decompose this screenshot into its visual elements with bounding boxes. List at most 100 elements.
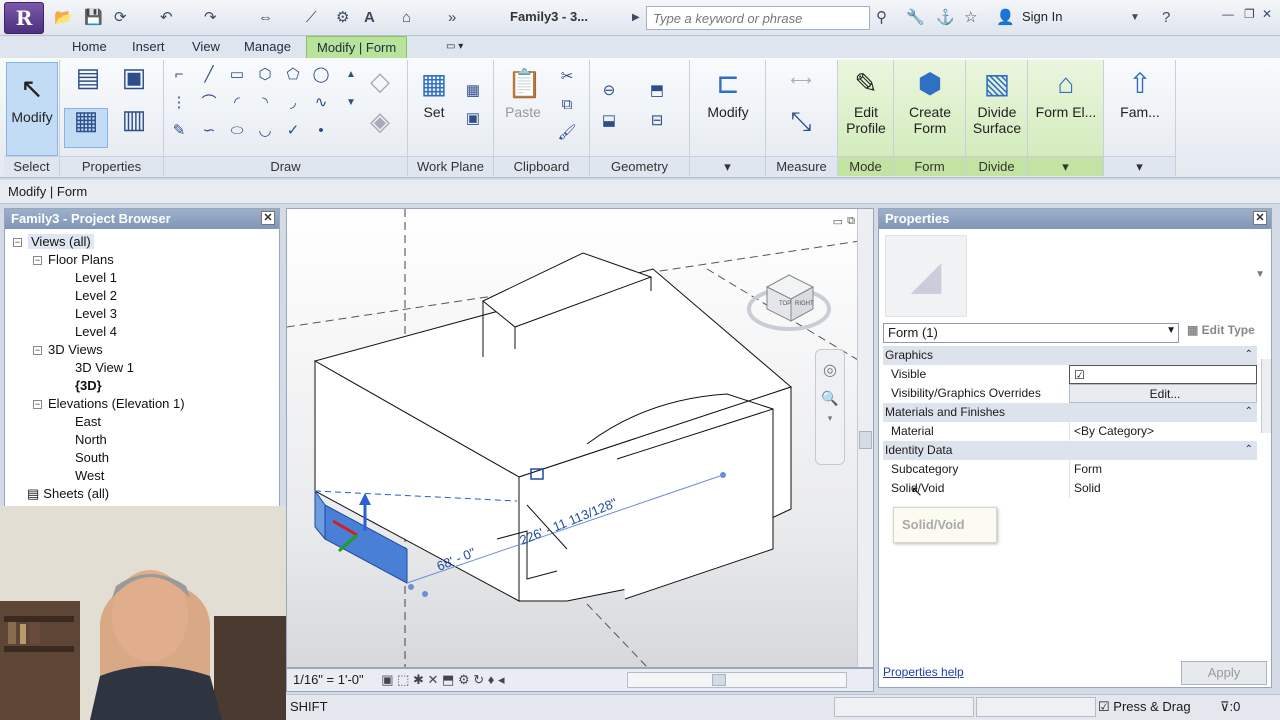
type-selector[interactable]: Form (1) ▼ (883, 323, 1179, 343)
save-icon[interactable]: 💾 (84, 8, 103, 28)
spline-icon[interactable]: ∿ (310, 92, 332, 114)
tree-item-south[interactable]: South (75, 449, 109, 467)
tree-item-3d-views[interactable]: −3D Views (33, 341, 103, 359)
properties-scrollbar[interactable] (1261, 359, 1271, 433)
properties-help-link[interactable]: Properties help (883, 665, 964, 679)
circle-icon[interactable]: ◯ (310, 64, 332, 86)
tab-options-icon[interactable]: ▭ ▾ (436, 36, 473, 58)
horizontal-scrollbar[interactable] (627, 672, 847, 688)
type-preview-dropdown-icon[interactable]: ▼ (1255, 269, 1265, 280)
copy-icon[interactable]: ⧉ (556, 94, 578, 116)
vg-edit-button[interactable]: Edit... (1069, 384, 1257, 403)
paste-button[interactable]: 📋 Paste (500, 68, 546, 120)
tree-item-level-1[interactable]: Level 1 (75, 269, 117, 287)
material-value[interactable]: <By Category> (1069, 422, 1257, 441)
apply-button[interactable]: Apply (1181, 661, 1267, 685)
divide-surface-button[interactable]: ▧ Divide Surface (968, 68, 1026, 136)
signin-dropdown-icon[interactable]: ▼ (1130, 8, 1140, 28)
polygon-icon[interactable]: ⬡ (254, 64, 276, 86)
draw-scroll-up-icon[interactable]: ▲ (340, 64, 362, 86)
user-icon[interactable]: 👤 (996, 8, 1015, 28)
collapse-icon[interactable]: − (33, 256, 42, 266)
model-line-icon[interactable]: ⌐ (168, 64, 190, 86)
family-editor-panel-arrow[interactable]: ▾ (1104, 156, 1175, 176)
fillet-icon[interactable]: ◞ (282, 92, 304, 114)
minimize-button[interactable]: — (1222, 4, 1234, 24)
rectangle-icon[interactable]: ▭ (226, 64, 248, 86)
collapse-icon[interactable]: − (33, 346, 42, 356)
cut-geometry-icon[interactable]: ⬒ (646, 80, 668, 102)
tab-insert[interactable]: Insert (122, 36, 175, 58)
cope-icon[interactable]: ⊖ (598, 80, 620, 102)
pick-face-icon[interactable]: ✓ (282, 120, 304, 142)
form-element-panel-arrow[interactable]: ▾ (1028, 156, 1103, 176)
viewport-minimize-icon[interactable]: ▭ (833, 215, 843, 228)
tag-icon[interactable]: ⚙ (336, 8, 349, 28)
tree-item-north[interactable]: North (75, 431, 107, 449)
search-input[interactable]: Type a keyword or phrase (646, 6, 870, 30)
sign-in-link[interactable]: Sign In (1022, 9, 1062, 24)
community-icon[interactable]: ⚓ (936, 8, 955, 28)
point-icon[interactable]: • (310, 120, 332, 142)
type-selector-dropdown-icon[interactable]: ▼ (1166, 325, 1176, 336)
form-element-button[interactable]: ⌂ Form El... (1032, 68, 1100, 120)
subcategory-value[interactable]: Form (1069, 460, 1257, 479)
undo-icon[interactable]: ↶ (160, 8, 173, 28)
properties-close-button[interactable]: ✕ (1253, 211, 1267, 225)
collapse-up-icon[interactable]: ⌃ (1245, 403, 1253, 421)
type-properties-icon[interactable]: ▤ (68, 64, 108, 102)
modify-panel-arrow[interactable]: ▾ (690, 156, 765, 176)
split-face-icon[interactable]: ⊟ (646, 110, 668, 132)
ellipse-arc-icon[interactable]: ∽ (198, 120, 220, 142)
view-scale[interactable]: 1/16" = 1'-0" (293, 672, 364, 687)
solid-void-value[interactable]: Solid (1069, 479, 1257, 498)
group-materials[interactable]: Materials and Finishes ⌃ (883, 403, 1257, 422)
properties-icon[interactable]: ▦ (64, 107, 108, 148)
group-graphics[interactable]: Graphics ⌃ (883, 346, 1257, 365)
design-option-field[interactable] (976, 697, 1096, 717)
nav-more-icon[interactable]: ▾ (816, 413, 844, 424)
show-workplane-icon[interactable]: ▦ (462, 80, 484, 102)
tree-item-level-2[interactable]: Level 2 (75, 287, 117, 305)
arc-3pt-icon[interactable]: ⌒ (198, 92, 220, 114)
arc-center-icon[interactable]: ◜ (226, 92, 248, 114)
workset-field[interactable] (834, 697, 974, 717)
help-icon[interactable]: ? (1162, 8, 1170, 28)
viewcube-top-label[interactable]: TOP (779, 301, 791, 307)
group-identity[interactable]: Identity Data ⌃ (883, 441, 1257, 460)
close-button[interactable]: ✕ (1262, 4, 1272, 24)
horizontal-scroll-thumb[interactable] (712, 674, 726, 686)
tree-item-level-4[interactable]: Level 4 (75, 323, 117, 341)
press-drag-toggle[interactable]: ☑ Press & Drag (1098, 699, 1191, 715)
viewer-icon[interactable]: ▣ (462, 108, 484, 130)
tree-item-level-3[interactable]: Level 3 (75, 305, 117, 323)
wrench-icon[interactable]: 🔧 (906, 8, 925, 28)
3d-model-canvas[interactable]: 226' - 11 113/128" 68' - 0" TOP RIGHT (287, 209, 873, 667)
set-button[interactable]: ▦ Set (412, 68, 456, 120)
edit-type-button[interactable]: ▦ Edit Type (1187, 323, 1255, 337)
tree-item-floor-plans[interactable]: − Floor Plans (33, 251, 114, 269)
tree-item-3d-view-1[interactable]: 3D View 1 (75, 359, 134, 377)
press-drag-checkbox[interactable]: ☑ (1098, 699, 1113, 714)
zoom-icon[interactable]: 🔍 (816, 390, 844, 407)
open-icon[interactable]: 📂 (54, 8, 73, 28)
collapse-up-icon[interactable]: ⌃ (1245, 346, 1253, 364)
collapse-icon[interactable]: − (13, 238, 22, 248)
tree-item-west[interactable]: West (75, 467, 104, 485)
cut-icon[interactable]: ✂ (556, 66, 578, 88)
tree-item-elevations[interactable]: − Elevations (Elevation 1) (33, 395, 185, 413)
vertical-scroll-thumb[interactable] (859, 431, 872, 449)
tab-manage[interactable]: Manage (234, 36, 301, 58)
binoculars-icon[interactable]: ⚲ (876, 8, 887, 28)
3d-view-icon[interactable]: ⌂ (402, 8, 411, 28)
tab-view[interactable]: View (182, 36, 230, 58)
viewcube-right-label[interactable]: RIGHT (795, 301, 814, 307)
join-icon[interactable]: ⬓ (598, 110, 620, 132)
circumscribed-icon[interactable]: ⬠ (282, 64, 304, 86)
edit-profile-button[interactable]: ✎ Edit Profile (840, 68, 892, 136)
tab-modify-form[interactable]: Modify | Form (306, 36, 408, 58)
more-icon[interactable]: » (448, 8, 456, 28)
family-types-icon[interactable]: ▣ (114, 64, 154, 102)
drawing-viewport[interactable]: 226' - 11 113/128" 68' - 0" TOP RIGHT ▭ … (286, 208, 874, 668)
dimension-icon[interactable]: ⟋ (306, 8, 317, 28)
